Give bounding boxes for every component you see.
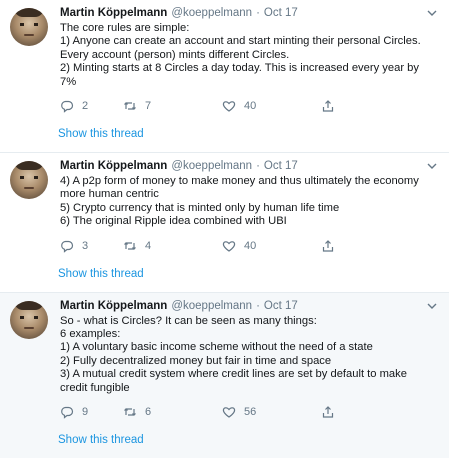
tweet-feed: Martin Köppelmann @koeppelmann · Oct 17 …: [0, 0, 449, 459]
separator: ·: [256, 7, 260, 19]
like-count: 56: [244, 406, 257, 419]
separator: ·: [256, 299, 260, 312]
author-name[interactable]: Martin Köppelmann: [60, 159, 167, 174]
retweet-icon: [124, 241, 136, 250]
like-button[interactable]: 56: [222, 405, 321, 419]
share-icon: [322, 239, 334, 252]
tweet-block-2: Martin Köppelmann @koeppelmann · Oct 17 …: [0, 152, 449, 292]
author-name[interactable]: Martin Köppelmann: [60, 299, 167, 314]
heart-icon: [222, 101, 236, 112]
retweet-button[interactable]: 4: [123, 239, 222, 253]
tweet-header: Martin Köppelmann @koeppelmann · Oct 17: [60, 159, 439, 174]
show-thread-link[interactable]: Show this thread: [0, 259, 449, 292]
tweet-text: So - what is Circles? It can be seen as …: [60, 314, 407, 394]
share-icon: [322, 100, 334, 112]
retweet-button[interactable]: 6: [123, 405, 222, 419]
reply-icon: [61, 240, 74, 253]
share-button[interactable]: [321, 239, 361, 253]
reply-icon: [61, 406, 74, 419]
avatar[interactable]: [10, 161, 48, 200]
share-icon: [322, 406, 334, 418]
retweet-button[interactable]: 7: [123, 99, 222, 113]
retweet-icon: [124, 408, 136, 416]
tweet[interactable]: Martin Köppelmann @koeppelmann · Oct 17 …: [0, 153, 449, 259]
author-name[interactable]: Martin Köppelmann: [60, 6, 167, 21]
retweet-count: 7: [145, 100, 152, 113]
avatar[interactable]: [10, 8, 48, 46]
tweet-actions: 9 6 56: [60, 399, 439, 425]
reply-button[interactable]: 9: [60, 405, 123, 419]
tweet[interactable]: Martin Köppelmann @koeppelmann · Oct 17 …: [0, 0, 449, 119]
avatar[interactable]: [10, 300, 48, 339]
author-handle[interactable]: @koeppelmann: [171, 6, 252, 21]
chevron-down-icon[interactable]: [425, 159, 439, 173]
tweet-actions: 3 4 40: [60, 233, 439, 259]
retweet-count: 6: [145, 406, 152, 419]
heart-icon: [222, 240, 236, 252]
tweet-block-1: Martin Köppelmann @koeppelmann · Oct 17 …: [0, 0, 449, 153]
tweet-text: 4) A p2p form of money to make money and…: [60, 175, 419, 228]
tweet-block-3: Martin Köppelmann @koeppelmann · Oct 17 …: [0, 291, 449, 459]
share-button[interactable]: [321, 99, 361, 113]
reply-button[interactable]: 3: [60, 239, 123, 253]
tweet-text: The core rules are simple: 1) Anyone can…: [60, 22, 421, 88]
chevron-down-icon[interactable]: [425, 6, 439, 20]
heart-icon: [222, 407, 236, 418]
author-handle[interactable]: @koeppelmann: [171, 299, 252, 314]
tweet[interactable]: Martin Köppelmann @koeppelmann · Oct 17 …: [0, 293, 449, 425]
like-count: 40: [244, 100, 257, 113]
tweet-date[interactable]: Oct 17: [264, 159, 298, 174]
tweet-header: Martin Köppelmann @koeppelmann · Oct 17: [60, 299, 439, 314]
tweet-actions: 2 7 40: [60, 93, 439, 119]
tweet-date[interactable]: Oct 17: [264, 299, 298, 314]
tweet-header: Martin Köppelmann @koeppelmann · Oct 17: [60, 6, 439, 21]
reply-count: 3: [82, 239, 89, 252]
like-button[interactable]: 40: [222, 99, 321, 113]
chevron-down-icon[interactable]: [425, 299, 439, 313]
reply-count: 2: [82, 100, 89, 113]
separator: ·: [256, 160, 260, 173]
reply-count: 9: [82, 406, 89, 419]
show-thread-link[interactable]: Show this thread: [0, 119, 449, 152]
like-count: 40: [244, 239, 257, 252]
author-handle[interactable]: @koeppelmann: [171, 159, 252, 174]
retweet-icon: [124, 102, 136, 110]
retweet-count: 4: [145, 239, 152, 252]
show-thread-link[interactable]: Show this thread: [0, 425, 449, 458]
tweet-date[interactable]: Oct 17: [264, 6, 298, 21]
reply-icon: [61, 100, 74, 113]
like-button[interactable]: 40: [222, 239, 321, 253]
share-button[interactable]: [321, 405, 361, 419]
reply-button[interactable]: 2: [60, 99, 123, 113]
